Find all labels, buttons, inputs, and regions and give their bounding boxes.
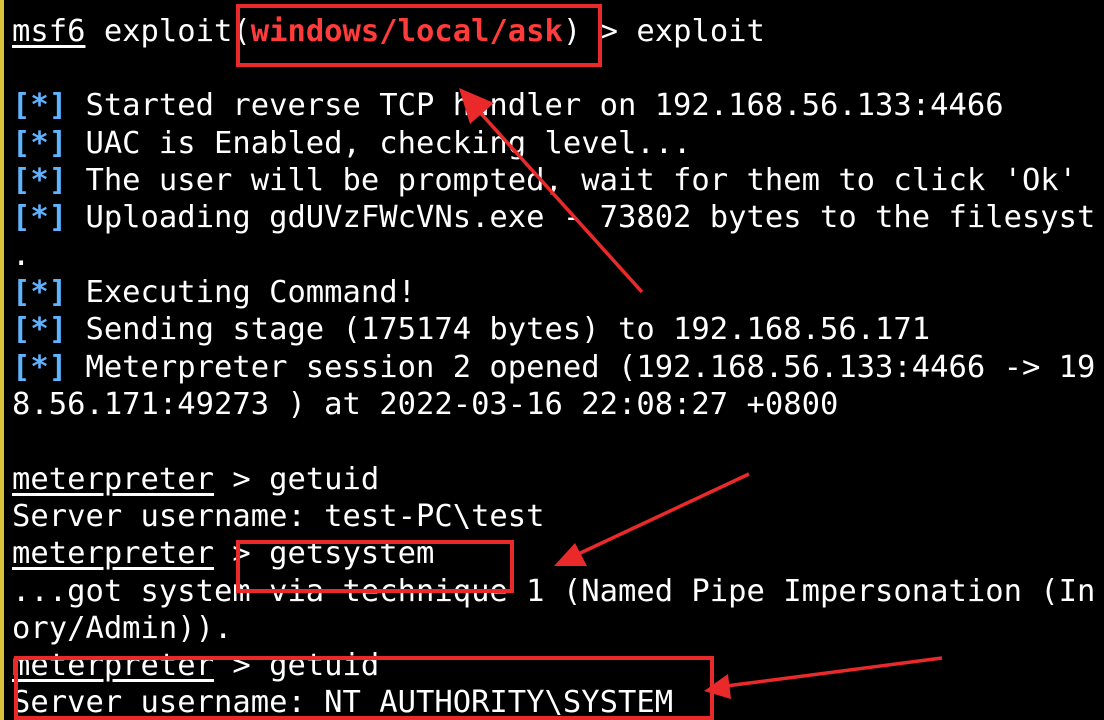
terminal-window[interactable]: msf6 exploit(windows/local/ask) > exploi… [0,0,1104,720]
annotation-arrows [459,88,943,699]
arrow-to-system-user-icon [704,656,943,699]
arrow-to-module-icon [459,88,644,294]
arrow-to-getsystem-icon [554,472,750,566]
